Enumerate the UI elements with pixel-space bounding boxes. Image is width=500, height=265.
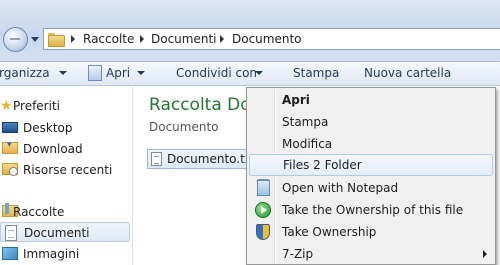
menu-item-take-ownership-of-file[interactable]: Take the Ownership of this file bbox=[249, 199, 493, 221]
pictures-icon bbox=[2, 247, 18, 260]
file-name: Documento.txt bbox=[167, 152, 257, 166]
nav-item-label: Preferiti bbox=[13, 99, 60, 113]
green-arrow-icon bbox=[255, 202, 271, 218]
text-file-icon bbox=[151, 152, 162, 166]
menu-item-label: Take Ownership bbox=[282, 225, 377, 239]
chevron-down-icon[interactable] bbox=[137, 71, 145, 75]
menu-item-label: Open with Notepad bbox=[282, 181, 399, 195]
menu-item-label: Take the Ownership of this file bbox=[282, 203, 464, 217]
desktop-icon bbox=[2, 122, 18, 133]
context-menu: Apri Stampa Modifica Files 2 Folder Open… bbox=[246, 87, 496, 265]
breadcrumb-arrow-icon[interactable] bbox=[140, 35, 144, 43]
recent-places-icon bbox=[2, 163, 18, 176]
menu-item-open-with-notepad[interactable]: Open with Notepad bbox=[249, 177, 493, 199]
nav-item-label: Risorse recenti bbox=[23, 163, 113, 177]
breadcrumb-documenti[interactable]: Documenti bbox=[151, 32, 217, 46]
nav-item-desktop[interactable]: Desktop bbox=[0, 118, 130, 138]
nav-item-libraries[interactable]: Raccolte bbox=[0, 202, 130, 222]
breadcrumb-raccolte[interactable]: Raccolte bbox=[83, 32, 134, 46]
menu-item-take-ownership[interactable]: Take Ownership bbox=[249, 221, 493, 243]
nav-item-label: Raccolte bbox=[13, 205, 65, 219]
nav-item-documents[interactable]: Documenti bbox=[0, 222, 130, 242]
back-button[interactable] bbox=[3, 27, 28, 52]
nav-item-downloads[interactable]: Download bbox=[0, 139, 130, 159]
open-button[interactable]: Apri bbox=[106, 66, 130, 80]
menu-item-open[interactable]: Apri bbox=[249, 89, 493, 111]
address-field[interactable]: Raccolte Documenti Documento bbox=[43, 28, 500, 50]
breadcrumb-arrow-icon[interactable] bbox=[71, 35, 75, 43]
share-with-button[interactable]: Condividi con bbox=[176, 66, 257, 80]
organize-button[interactable]: rganizza bbox=[0, 66, 50, 80]
chevron-down-icon[interactable] bbox=[255, 71, 263, 75]
notepad-icon bbox=[257, 179, 270, 196]
document-icon bbox=[5, 225, 17, 241]
breadcrumb-arrow-icon[interactable] bbox=[220, 35, 224, 43]
nav-item-label: Documenti bbox=[24, 226, 90, 240]
command-bar: rganizza Apri Condividi con Stampa Nuova… bbox=[0, 62, 500, 86]
history-dropdown-icon[interactable] bbox=[30, 34, 40, 44]
nav-item-label: Download bbox=[23, 142, 83, 156]
menu-item-label: Files 2 Folder bbox=[283, 158, 362, 172]
menu-item-7zip[interactable]: 7-Zip bbox=[249, 243, 493, 265]
print-button[interactable]: Stampa bbox=[293, 66, 339, 80]
navigation-pane: ★ Preferiti Desktop Download Risorse rec… bbox=[0, 87, 133, 265]
menu-item-print[interactable]: Stampa bbox=[249, 111, 493, 133]
breadcrumb-documento[interactable]: Documento bbox=[232, 32, 302, 46]
menu-item-edit[interactable]: Modifica bbox=[249, 133, 493, 155]
open-icon bbox=[88, 65, 102, 81]
nav-item-favorites[interactable]: ★ Preferiti bbox=[0, 96, 130, 116]
menu-item-label: Stampa bbox=[282, 115, 329, 129]
submenu-arrow-icon bbox=[483, 250, 487, 258]
menu-item-label: Apri bbox=[282, 93, 310, 107]
menu-item-files-2-folder[interactable]: Files 2 Folder bbox=[249, 154, 493, 176]
menu-item-label: 7-Zip bbox=[282, 247, 314, 261]
chevron-down-icon[interactable] bbox=[59, 71, 67, 75]
nav-item-label: Desktop bbox=[23, 121, 73, 135]
folder-icon bbox=[48, 32, 65, 47]
uac-shield-icon bbox=[256, 224, 270, 240]
menu-item-label: Modifica bbox=[282, 137, 333, 151]
nav-item-recent[interactable]: Risorse recenti bbox=[0, 160, 130, 180]
file-item[interactable]: Documento.txt bbox=[147, 149, 257, 169]
download-folder-icon bbox=[2, 140, 18, 154]
nav-item-label: Immagini bbox=[23, 247, 80, 261]
nav-item-images[interactable]: Immagini bbox=[0, 244, 130, 264]
library-title: Raccolta Do bbox=[149, 95, 251, 115]
library-subtitle: Documento bbox=[149, 120, 219, 134]
new-folder-button[interactable]: Nuova cartella bbox=[364, 66, 451, 80]
address-bar-area: Raccolte Documenti Documento bbox=[0, 0, 500, 62]
